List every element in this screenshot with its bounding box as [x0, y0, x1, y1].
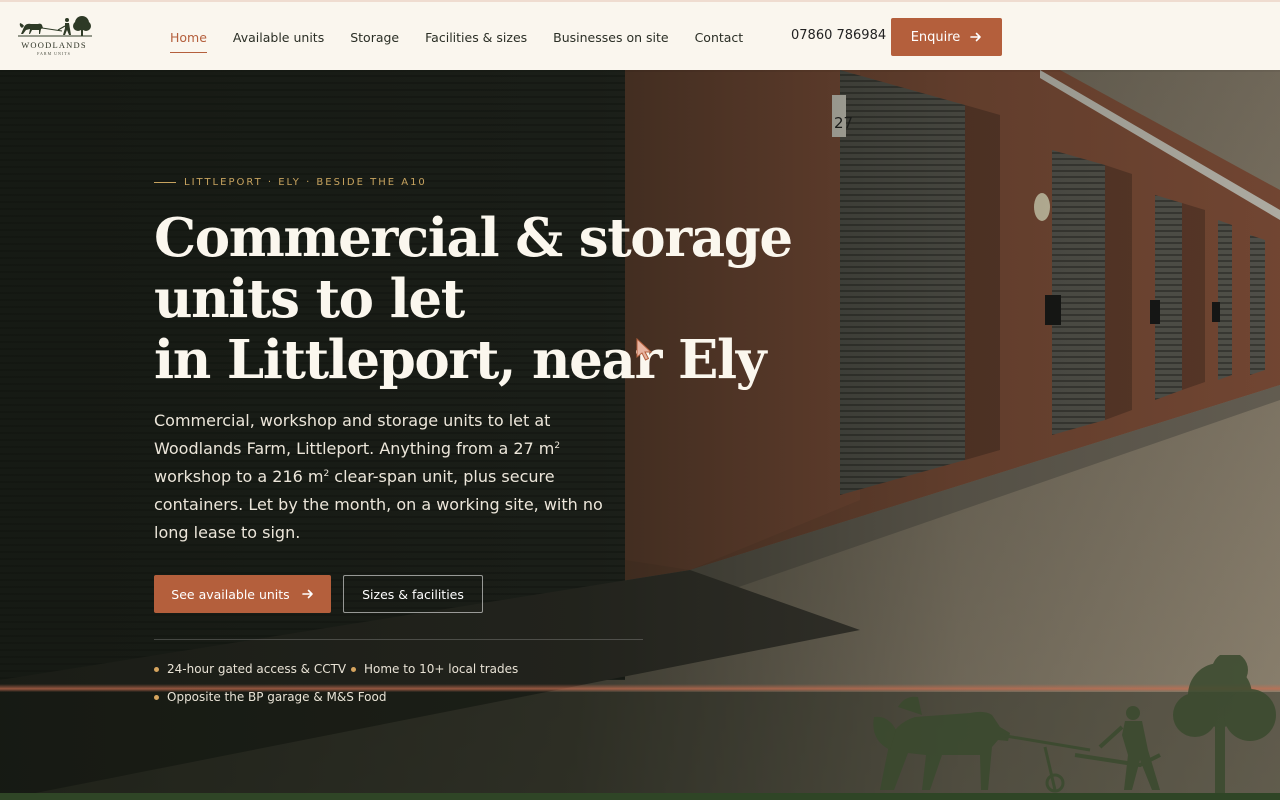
site-header: WOODLANDS FARM UNITS Home Available unit… [0, 0, 1280, 70]
page: WOODLANDS FARM UNITS Home Available unit… [0, 0, 1280, 800]
eyebrow-rule [154, 182, 176, 183]
logo-tagline: FARM UNITS [37, 51, 71, 56]
feature-item: Opposite the BP garage & M&S Food [154, 690, 386, 704]
horse-plough-silhouette-icon [873, 655, 1276, 795]
nav-businesses-on-site[interactable]: Businesses on site [553, 29, 668, 53]
see-available-units-label: See available units [171, 586, 290, 602]
sizes-facilities-button[interactable]: Sizes & facilities [343, 575, 483, 613]
intro-text-1: Commercial, workshop and storage units t… [154, 411, 555, 458]
feature-item: Home to 10+ local trades [351, 662, 518, 676]
bullet-dot-icon [154, 694, 159, 700]
footer-accent-strip [0, 793, 1280, 800]
phone-link[interactable]: 07860 786984 [791, 27, 886, 45]
arrow-right-icon [301, 589, 313, 599]
hero-headline: Commercial & storage units to let in Lit… [154, 207, 793, 391]
feature-text: Opposite the BP garage & M&S Food [167, 690, 387, 704]
nav-storage[interactable]: Storage [350, 29, 399, 53]
hero-eyebrow: LITTLEPORT · ELY · BESIDE THE A10 [154, 177, 427, 188]
feature-text: 24-hour gated access & CCTV [167, 662, 347, 676]
headline-line-3: in Littleport, near Ely [154, 329, 767, 391]
bullet-dot-icon [154, 666, 159, 672]
nav-contact[interactable]: Contact [695, 29, 744, 53]
arrow-right-icon [970, 32, 982, 42]
sizes-facilities-label: Sizes & facilities [362, 586, 464, 602]
intro-sup-2: 2 [323, 469, 330, 479]
nav-available-units[interactable]: Available units [233, 29, 324, 53]
hero-intro: Commercial, workshop and storage units t… [154, 407, 624, 547]
see-available-units-button[interactable]: See available units [154, 575, 331, 613]
enquire-button-label: Enquire [910, 29, 961, 45]
hero-section: 27 LITTLEPORT · ELY · BESIDE THE A [0, 70, 1280, 800]
site-logo[interactable]: WOODLANDS FARM UNITS [16, 14, 94, 58]
nav-home[interactable]: Home [170, 29, 207, 53]
hero-eyebrow-text: LITTLEPORT · ELY · BESIDE THE A10 [184, 177, 427, 188]
intro-sup-1: 2 [554, 441, 561, 451]
mouse-cursor-icon [636, 338, 653, 361]
main-nav: Home Available units Storage Facilities … [170, 29, 743, 53]
nav-facilities-sizes[interactable]: Facilities & sizes [425, 29, 527, 53]
intro-text-2: workshop to a 216 m [154, 467, 324, 486]
feature-item: 24-hour gated access & CCTV [154, 662, 346, 676]
horse-plough-logo-icon [18, 16, 92, 37]
headline-line-2: units to let [154, 268, 465, 330]
logo-wordmark: WOODLANDS [21, 40, 87, 50]
bullet-dot-icon [351, 666, 356, 672]
feature-text: Home to 10+ local trades [364, 662, 519, 676]
enquire-button[interactable]: Enquire [891, 18, 1002, 56]
headline-line-1: Commercial & storage [154, 207, 793, 269]
hero-divider [154, 639, 643, 640]
